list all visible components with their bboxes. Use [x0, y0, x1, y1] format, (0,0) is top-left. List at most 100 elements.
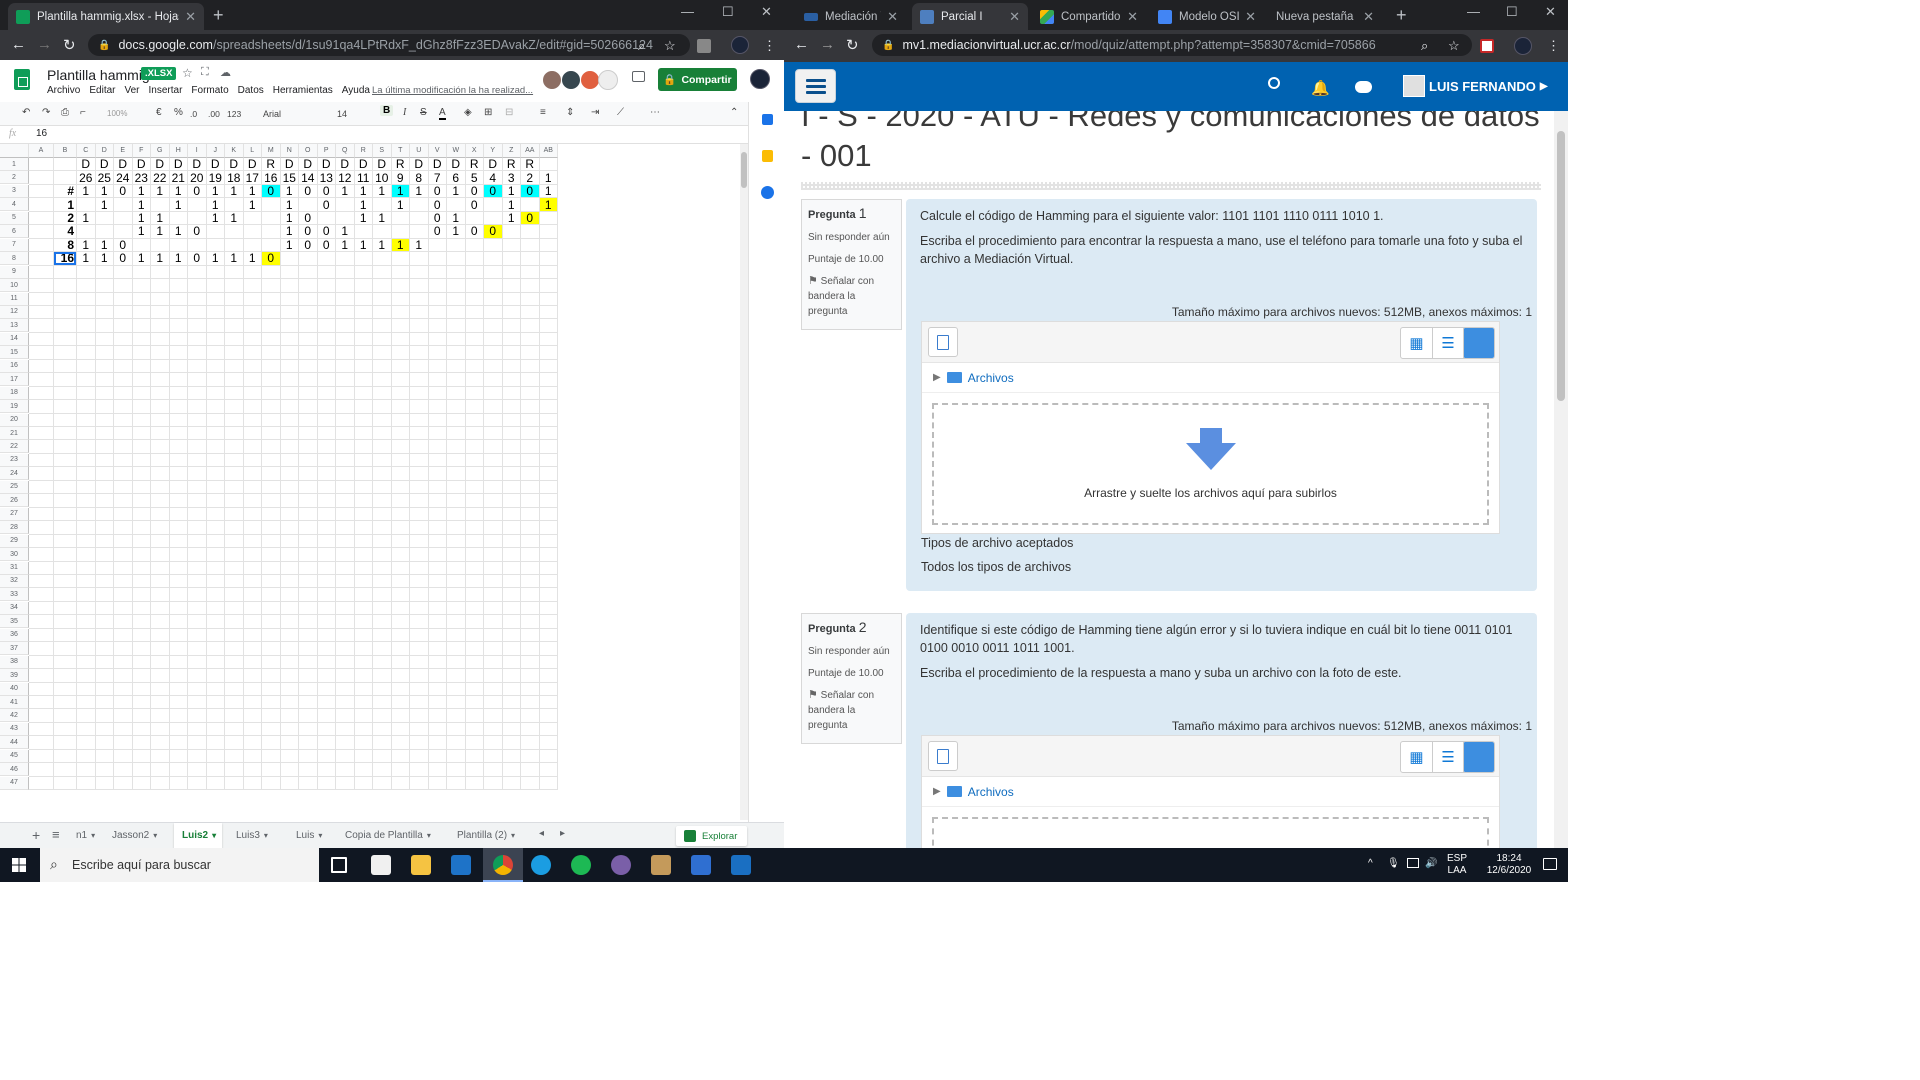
grid-cell[interactable]: 18: [225, 171, 243, 185]
grid-cell[interactable]: 24: [114, 171, 132, 185]
game-icon[interactable]: [651, 855, 671, 875]
column-header[interactable]: Q: [336, 144, 355, 158]
grid-cell[interactable]: 0: [188, 224, 206, 238]
column-header[interactable]: B: [54, 144, 77, 158]
row-header[interactable]: 3: [0, 184, 29, 198]
column-header[interactable]: P: [317, 144, 336, 158]
font-size-select[interactable]: 14: [337, 109, 347, 119]
grid-cell[interactable]: 1: [392, 198, 410, 212]
dropdown-arrow-icon[interactable]: ▾: [153, 831, 157, 840]
row-header[interactable]: 34: [0, 601, 29, 615]
undo-icon[interactable]: ↶: [22, 107, 30, 118]
grid-cell[interactable]: 1: [336, 224, 354, 238]
row-header[interactable]: 1: [0, 158, 29, 171]
row-header[interactable]: 25: [0, 480, 29, 494]
accessibility-icon[interactable]: [1268, 77, 1280, 89]
column-header[interactable]: AB: [539, 144, 558, 158]
row-header[interactable]: 16: [0, 359, 29, 373]
row-header[interactable]: 6: [0, 225, 29, 239]
close-tab-icon[interactable]: ✕: [1009, 9, 1020, 25]
dropdown-arrow-icon[interactable]: ▾: [318, 831, 322, 840]
grid-cell[interactable]: 21: [170, 171, 188, 185]
grid-cell[interactable]: 8: [410, 171, 428, 185]
tab-docs[interactable]: Modelo OSI - D ✕: [1150, 3, 1264, 30]
sheet-tab[interactable]: Plantilla (2) ▾: [449, 823, 529, 848]
grid-cell[interactable]: 0: [262, 251, 280, 265]
grid-cell[interactable]: D: [318, 157, 336, 171]
bookmark-star-icon[interactable]: ☆: [1448, 38, 1460, 54]
sheet-tab[interactable]: Luis3 ▾: [228, 823, 280, 848]
reload-icon[interactable]: ↻: [63, 36, 76, 54]
select-all-corner[interactable]: [0, 144, 29, 158]
row-header[interactable]: 22: [0, 440, 29, 454]
grid-cell[interactable]: 0: [188, 251, 206, 265]
grid-cell[interactable]: 1: [503, 198, 521, 212]
grid-cell[interactable]: 0: [429, 184, 447, 198]
decrease-decimal-button[interactable]: .0: [190, 109, 197, 119]
row-header[interactable]: 9: [0, 265, 29, 279]
app-icon[interactable]: [731, 855, 751, 875]
grid-cell[interactable]: 4: [484, 171, 502, 185]
grid-cell[interactable]: 1: [244, 198, 262, 212]
column-header[interactable]: Z: [502, 144, 521, 158]
print-icon[interactable]: ⎙: [61, 107, 69, 118]
grid-cell[interactable]: 1: [336, 238, 354, 252]
grid-cell[interactable]: 1: [447, 211, 465, 225]
text-color-button[interactable]: A: [439, 107, 446, 120]
grid-cell[interactable]: 1: [77, 238, 95, 252]
sheet-tab[interactable]: Jasson2 ▾: [104, 823, 168, 848]
increase-decimal-button[interactable]: .00: [208, 109, 220, 119]
grid-cell[interactable]: 5: [466, 171, 484, 185]
minimize-icon[interactable]: —: [681, 4, 694, 19]
grid-cell[interactable]: 1: [77, 184, 95, 198]
microphone-icon[interactable]: 🎙: [1387, 858, 1400, 870]
more-toolbar-icon[interactable]: ⋯: [650, 107, 660, 118]
grid-cell[interactable]: D: [355, 157, 373, 171]
grid-cell[interactable]: 8: [54, 238, 76, 252]
chrome-taskbar-button[interactable]: [483, 848, 523, 882]
extension-icon[interactable]: [1480, 39, 1494, 53]
grid-cell[interactable]: D: [410, 157, 428, 171]
grid-cell[interactable]: D: [373, 157, 391, 171]
borders-icon[interactable]: ⊞: [484, 107, 492, 118]
row-header[interactable]: 45: [0, 749, 29, 763]
grid-cell[interactable]: D: [114, 157, 132, 171]
file-drop-zone[interactable]: Arrastre y suelte los archivos aquí para…: [932, 403, 1489, 525]
column-header[interactable]: M: [262, 144, 281, 158]
grid-cell[interactable]: 1: [373, 238, 391, 252]
scroll-tabs-right-icon[interactable]: ▸: [560, 828, 565, 839]
grid-cell[interactable]: 16: [262, 171, 280, 185]
grid-cell[interactable]: 0: [466, 224, 484, 238]
row-header[interactable]: 12: [0, 305, 29, 319]
row-header[interactable]: 35: [0, 615, 29, 629]
grid-cell[interactable]: 1: [54, 198, 76, 212]
row-header[interactable]: 10: [0, 279, 29, 293]
row-header[interactable]: 33: [0, 588, 29, 602]
grid-cell[interactable]: 1: [539, 198, 557, 212]
grid-cell[interactable]: 0: [466, 198, 484, 212]
close-window-icon[interactable]: ✕: [1545, 4, 1556, 20]
column-header[interactable]: V: [428, 144, 447, 158]
column-header[interactable]: H: [169, 144, 188, 158]
grid-cell[interactable]: 1: [355, 211, 373, 225]
grid-cell[interactable]: D: [188, 157, 206, 171]
address-bar[interactable]: 🔒 docs.google.com /spreadsheets/d/1su91q…: [88, 34, 690, 56]
merge-cells-icon[interactable]: ⊟: [505, 107, 513, 118]
grid-cell[interactable]: 1: [373, 184, 391, 198]
grid-cell[interactable]: 0: [429, 224, 447, 238]
calendar-icon[interactable]: [762, 114, 773, 125]
grid-cell[interactable]: 0: [318, 198, 336, 212]
share-button[interactable]: 🔒 Compartir: [658, 68, 737, 91]
grid-cell[interactable]: 1: [540, 171, 558, 185]
column-header[interactable]: Y: [484, 144, 503, 158]
grid-cell[interactable]: 1: [225, 251, 243, 265]
grid-cell[interactable]: R: [392, 157, 410, 171]
tasks-icon[interactable]: [761, 186, 774, 199]
close-tab-icon[interactable]: ✕: [887, 9, 898, 25]
column-header[interactable]: K: [225, 144, 244, 158]
clock[interactable]: 18:24 12/6/2020: [1484, 853, 1534, 877]
new-tab-icon[interactable]: +: [213, 5, 224, 26]
row-header[interactable]: 8: [0, 252, 29, 266]
grid-cell[interactable]: 1: [225, 184, 243, 198]
grid-cell[interactable]: 0: [318, 238, 336, 252]
